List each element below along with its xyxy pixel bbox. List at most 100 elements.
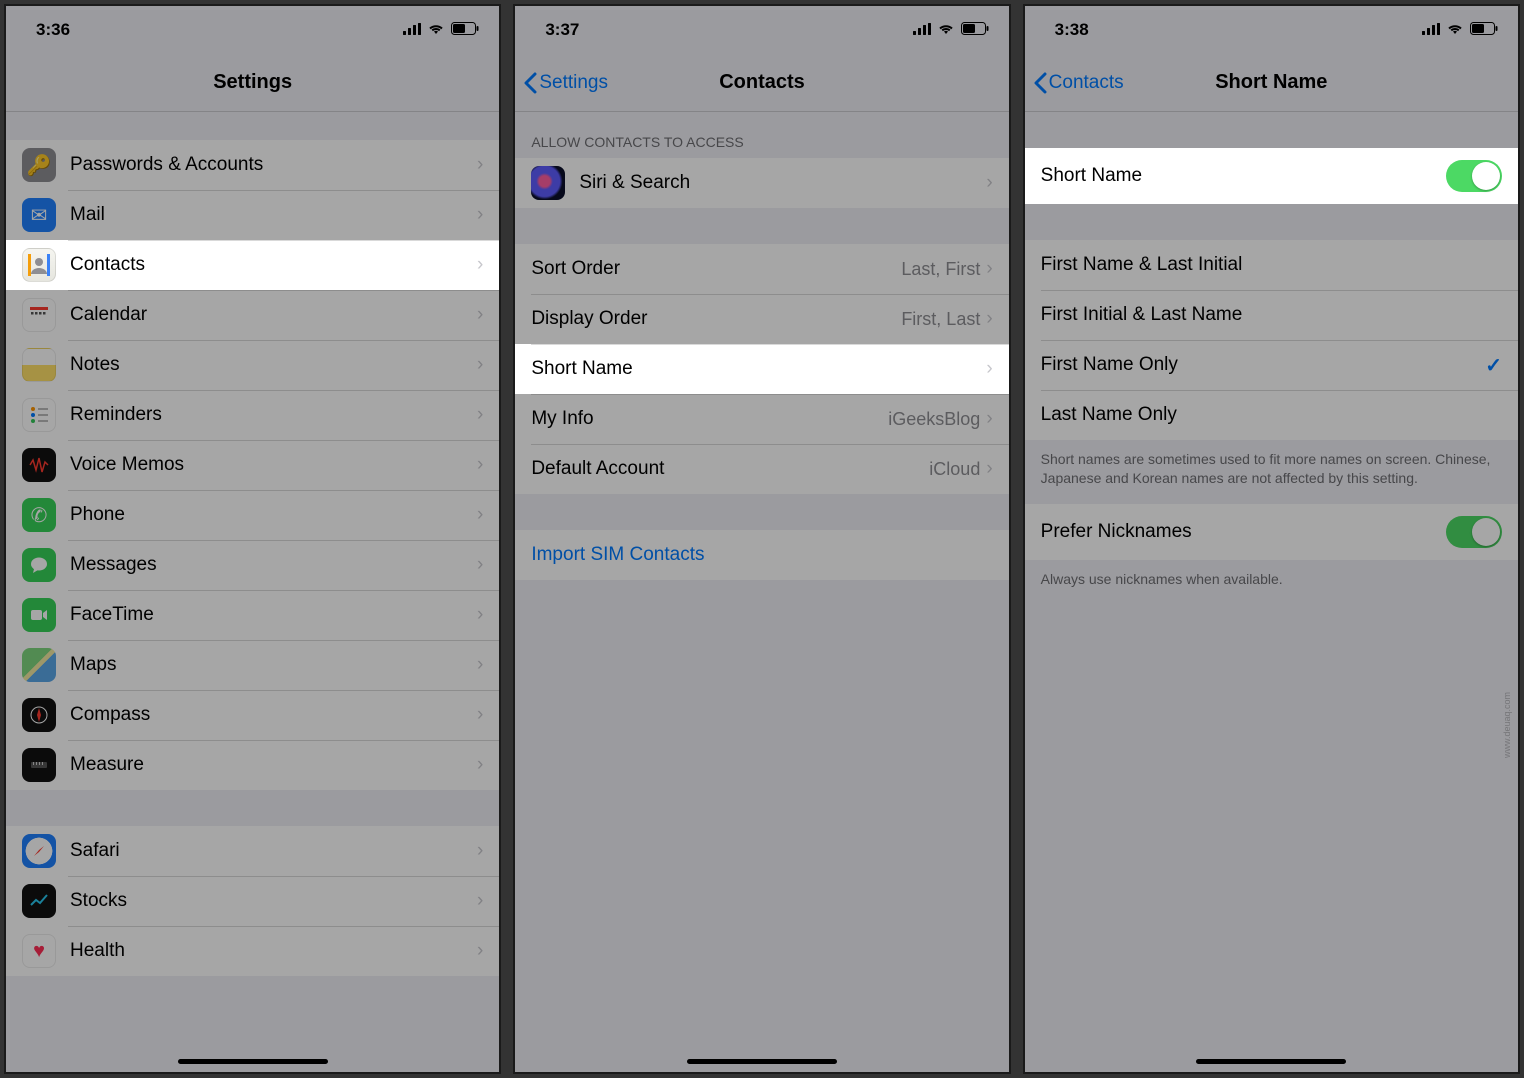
row-label: Sort Order [531,258,901,280]
row-label: My Info [531,408,888,430]
back-button[interactable]: Settings [523,72,608,94]
stocks-icon [22,884,56,918]
reminders-icon [22,398,56,432]
row-label: Short Name [1041,165,1446,187]
row-reminders[interactable]: Reminders › [6,390,499,440]
row-label: Safari [70,840,477,862]
chevron-right-icon: › [986,458,992,480]
chevron-right-icon: › [477,704,483,726]
battery-icon [451,20,479,40]
row-label: Default Account [531,458,929,480]
chevron-right-icon: › [986,408,992,430]
chevron-left-icon [523,72,537,94]
row-label: Calendar [70,304,477,326]
chevron-right-icon: › [477,254,483,276]
option-first-only[interactable]: First Name Only ✓ [1025,340,1518,390]
row-short-name-toggle[interactable]: Short Name [1025,148,1518,204]
row-messages[interactable]: Messages › [6,540,499,590]
wifi-icon [1446,20,1464,40]
signal-icon [913,20,931,40]
row-label: Messages [70,554,477,576]
row-voice-memos[interactable]: Voice Memos › [6,440,499,490]
row-stocks[interactable]: Stocks › [6,876,499,926]
option-first-initial-last[interactable]: First Initial & Last Name [1025,290,1518,340]
row-short-name[interactable]: Short Name › [515,344,1008,394]
row-label: FaceTime [70,604,477,626]
row-label: Health [70,940,477,962]
home-indicator[interactable] [687,1059,837,1064]
nav-bar: Settings [6,54,499,112]
row-label: First Name Only [1041,354,1486,376]
row-label: Last Name Only [1041,404,1502,426]
chevron-right-icon: › [986,258,992,280]
row-calendar[interactable]: Calendar › [6,290,499,340]
row-label: Voice Memos [70,454,477,476]
chevron-right-icon: › [477,404,483,426]
row-label: First Initial & Last Name [1041,304,1502,326]
toggle-switch[interactable] [1446,160,1502,192]
row-detail: iCloud [929,459,980,480]
section-header: ALLOW CONTACTS TO ACCESS [515,112,1008,158]
row-facetime[interactable]: FaceTime › [6,590,499,640]
chevron-right-icon: › [477,454,483,476]
row-compass[interactable]: Compass › [6,690,499,740]
row-label: Reminders [70,404,477,426]
chevron-right-icon: › [477,604,483,626]
row-mail[interactable]: ✉︎ Mail › [6,190,499,240]
chevron-right-icon: › [477,304,483,326]
nav-bar: Contacts Short Name [1025,54,1518,112]
row-sort-order[interactable]: Sort Order Last, First › [515,244,1008,294]
screen-short-name: 3:38 Contacts Short Name Short Name Firs… [1023,4,1520,1074]
row-measure[interactable]: Measure › [6,740,499,790]
wifi-icon [427,20,445,40]
option-last-only[interactable]: Last Name Only [1025,390,1518,440]
chevron-right-icon: › [477,154,483,176]
key-icon: 🔑 [22,148,56,182]
row-maps[interactable]: Maps › [6,640,499,690]
checkmark-icon: ✓ [1485,353,1502,378]
nav-bar: Settings Contacts [515,54,1008,112]
mail-icon: ✉︎ [22,198,56,232]
option-first-last-initial[interactable]: First Name & Last Initial [1025,240,1518,290]
row-phone[interactable]: ✆ Phone › [6,490,499,540]
chevron-left-icon [1033,72,1047,94]
chevron-right-icon: › [477,654,483,676]
row-label: Siri & Search [579,172,986,194]
row-siri-search[interactable]: Siri & Search › [515,158,1008,208]
chevron-right-icon: › [477,354,483,376]
chevron-right-icon: › [477,840,483,862]
compass-icon [22,698,56,732]
section-spacer [1025,112,1518,148]
row-prefer-nicknames[interactable]: Prefer Nicknames [1025,504,1518,560]
row-health[interactable]: ♥︎ Health › [6,926,499,976]
toggle-switch[interactable] [1446,516,1502,548]
row-contacts[interactable]: Contacts › [6,240,499,290]
chevron-right-icon: › [477,754,483,776]
row-my-info[interactable]: My Info iGeeksBlog › [515,394,1008,444]
row-safari[interactable]: Safari › [6,826,499,876]
row-notes[interactable]: Notes › [6,340,499,390]
chevron-right-icon: › [986,358,992,380]
row-label: Passwords & Accounts [70,154,477,176]
status-time: 3:37 [545,20,579,40]
home-indicator[interactable] [1196,1059,1346,1064]
siri-icon [531,166,565,200]
battery-icon [1470,20,1498,40]
page-title: Contacts [719,71,805,94]
health-icon: ♥︎ [22,934,56,968]
section-footer: Always use nicknames when available. [1025,560,1518,605]
row-import-sim[interactable]: Import SIM Contacts [515,530,1008,580]
section-spacer [6,790,499,826]
watermark: www.deuaq.com [1502,692,1512,758]
row-display-order[interactable]: Display Order First, Last › [515,294,1008,344]
row-label: Notes [70,354,477,376]
page-title: Settings [213,71,292,94]
status-bar: 3:38 [1025,6,1518,54]
status-time: 3:36 [36,20,70,40]
row-default-account[interactable]: Default Account iCloud › [515,444,1008,494]
section-spacer [515,208,1008,244]
home-indicator[interactable] [178,1059,328,1064]
back-button[interactable]: Contacts [1033,72,1124,94]
row-passwords-accounts[interactable]: 🔑 Passwords & Accounts › [6,140,499,190]
facetime-icon [22,598,56,632]
